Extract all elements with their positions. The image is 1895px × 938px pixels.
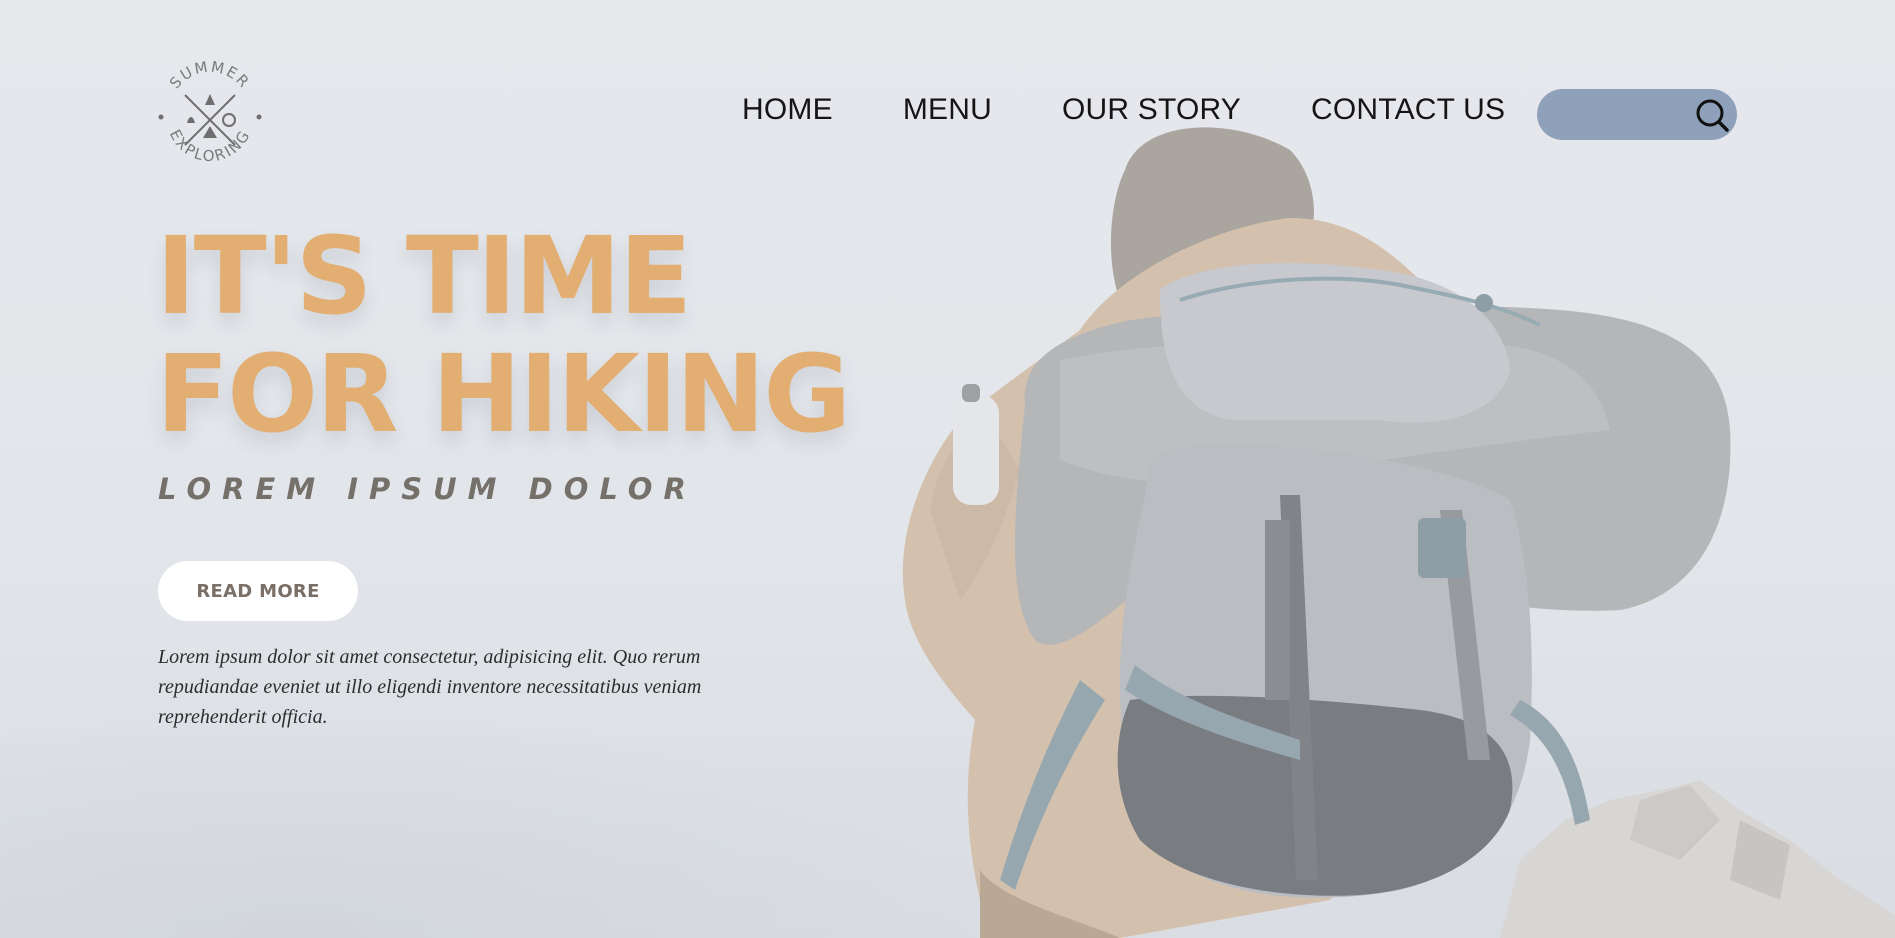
hero-description: Lorem ipsum dolor sit amet consectetur, … [158,646,702,728]
hero-headline: IT'S TIME FOR HIKING [156,218,916,454]
search-input[interactable] [1557,97,1691,133]
search-icon[interactable] [1694,97,1730,133]
svg-text:SUMMER: SUMMER [166,60,254,92]
nav-menu[interactable]: MENU [903,93,992,127]
summer-exploring-logo[interactable]: SUMMER EXPLORING [155,60,265,170]
nav-contact-us[interactable]: CONTACT US [1311,93,1505,127]
headline-line-2: FOR HIKING [156,333,851,457]
main-nav: HOME MENU OUR STORY CONTACT US [742,92,1505,128]
nav-home[interactable]: HOME [742,93,833,127]
headline-line-1: IT'S TIME [156,215,692,339]
search-bar [1537,89,1737,140]
nav-our-story[interactable]: OUR STORY [1062,93,1241,127]
hero-subheading: LOREM IPSUM DOLOR [158,472,697,506]
photo-tint [0,0,1895,938]
logo-top-text: SUMMER [166,60,252,92]
read-more-button[interactable]: READ MORE [158,561,358,621]
